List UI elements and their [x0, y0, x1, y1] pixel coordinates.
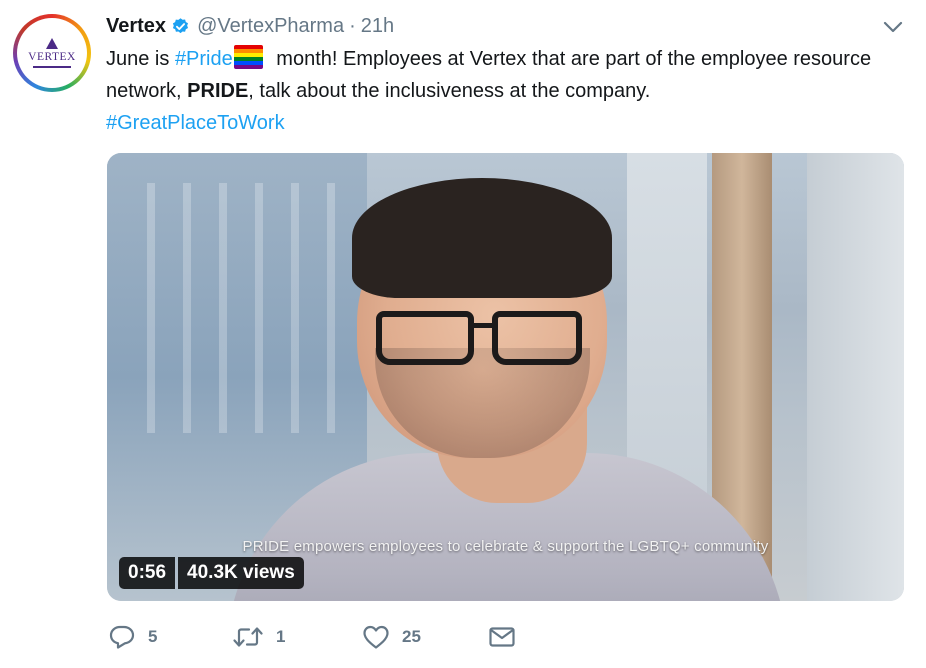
separator-dot: · [349, 14, 356, 37]
tweet-text-segment: June is [106, 48, 175, 70]
logo-text: VERTEX [28, 51, 76, 63]
envelope-icon [489, 627, 515, 647]
reply-count: 5 [148, 627, 158, 646]
video-stats: 0:56 40.3K views [119, 557, 304, 589]
verified-badge-icon [172, 17, 189, 33]
tweet-text: June is #Pride month! Employees at Verte… [106, 43, 906, 139]
like-count: 25 [402, 627, 421, 646]
direct-message-button[interactable] [488, 620, 516, 654]
tweet-timestamp[interactable]: 21h [361, 15, 394, 38]
avatar[interactable]: VERTEX [13, 14, 91, 92]
hashtag-greatplacetowork-link[interactable]: #GreatPlaceToWork [106, 112, 285, 134]
tweet-header: Vertex @VertexPharma · 21h [106, 12, 394, 40]
logo-underline [33, 66, 71, 68]
video-duration: 0:56 [119, 557, 176, 589]
retweet-icon [233, 627, 263, 647]
reply-icon [109, 625, 135, 649]
tweet: VERTEX Vertex @VertexPharma · 21h June i… [0, 0, 926, 668]
video-caption: PRIDE empowers employees to celebrate & … [242, 538, 769, 555]
hashtag-pride-link[interactable]: #Pride [175, 48, 233, 70]
author-handle[interactable]: @VertexPharma [197, 15, 344, 38]
video-views: 40.3K views [178, 557, 304, 589]
retweet-button[interactable]: 1 [232, 620, 285, 654]
author-name[interactable]: Vertex [106, 15, 166, 38]
like-button[interactable]: 25 [362, 620, 421, 654]
reply-button[interactable]: 5 [108, 620, 157, 654]
video-player[interactable]: PRIDE empowers employees to celebrate & … [107, 153, 904, 601]
logo-triangle-icon [46, 38, 58, 49]
retweet-count: 1 [276, 627, 286, 646]
heart-icon [363, 625, 389, 649]
video-background [147, 183, 347, 433]
tweet-text-segment: , talk about the inclusiveness at the co… [248, 80, 651, 102]
video-background [807, 153, 904, 601]
more-options-chevron-down-icon[interactable] [880, 16, 906, 38]
tweet-text-bold: PRIDE [187, 80, 249, 102]
video-person-hair [352, 178, 612, 298]
video-person-glasses [362, 305, 592, 371]
rainbow-flag-icon [233, 45, 263, 69]
vertex-logo: VERTEX [17, 18, 87, 88]
